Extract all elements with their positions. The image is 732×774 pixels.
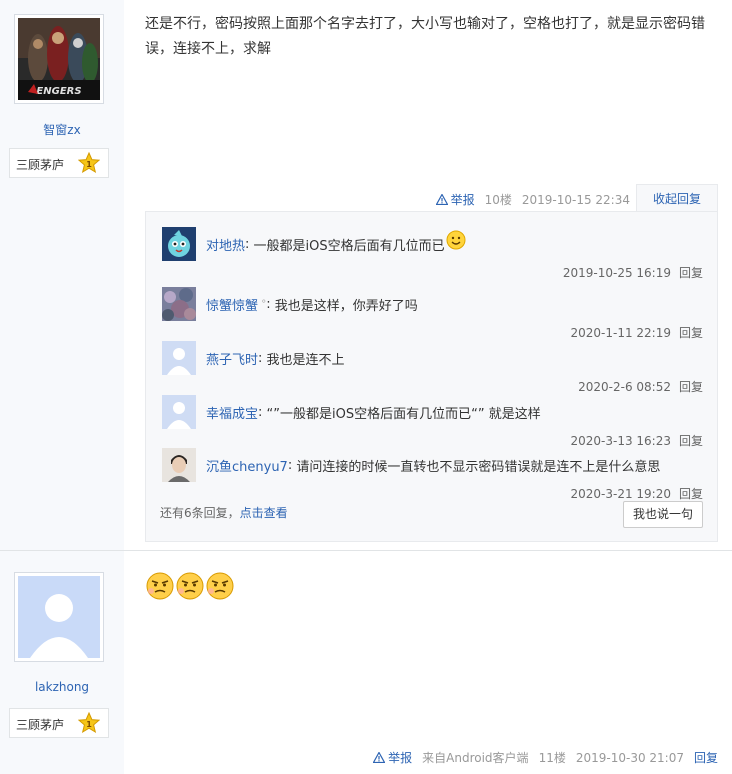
post-tail: 举报 10楼 2019-10-15 22:34 bbox=[435, 191, 630, 208]
reply-text: “”一般都是iOS空格后面有几位而已“” 就是这样 bbox=[266, 407, 541, 422]
reply-text: 我也是这样，你弄好了吗 bbox=[274, 299, 418, 314]
post-floor-10: ENGERS 智窗zx 三顾茅庐 1 还是不行，密码按照上面那个名字去打了，大小… bbox=[0, 0, 732, 550]
reply-line: 幸福成宝: “”一般都是iOS空格后面有几位而已“” 就是这样 bbox=[206, 403, 541, 422]
post-emojis bbox=[145, 571, 235, 601]
warning-icon bbox=[435, 194, 448, 205]
reply-time: 2020-2-6 08:52 bbox=[578, 380, 671, 394]
reply-avatar[interactable] bbox=[162, 227, 196, 261]
svg-text:1: 1 bbox=[86, 160, 92, 169]
level-name: 三顾茅庐 bbox=[16, 158, 65, 172]
smile-emoji-icon bbox=[446, 230, 466, 249]
landscape-avatar bbox=[162, 287, 196, 321]
report-link[interactable]: 举报 bbox=[373, 749, 412, 766]
level-star-icon: 1 bbox=[78, 152, 100, 174]
reply-time: 2020-3-21 19:20 bbox=[570, 487, 671, 501]
avatar[interactable]: ENGERS bbox=[14, 14, 104, 104]
cartoon-bird-avatar bbox=[162, 227, 196, 261]
svg-text:1: 1 bbox=[86, 720, 92, 729]
post-floor-11: lakzhong 三顾茅庐 1 举报 来自Android客户端 11楼 2019… bbox=[0, 550, 732, 774]
reply-time: 2019-10-25 16:19 bbox=[562, 266, 671, 280]
svg-text:ENGERS: ENGERS bbox=[36, 86, 81, 97]
reply-button[interactable]: 回复 bbox=[679, 487, 703, 501]
default-avatar bbox=[162, 341, 196, 375]
reply-time: 2020-3-13 16:23 bbox=[570, 434, 671, 448]
client-source: 来自Android客户端 bbox=[422, 751, 529, 765]
reply-line: 对地热: 一般都是iOS空格后面有几位而已 bbox=[206, 230, 466, 254]
avatar[interactable] bbox=[14, 572, 104, 662]
level-badge[interactable]: 三顾茅庐 1 bbox=[9, 708, 109, 738]
reply-user[interactable]: 沉鱼chenyu7 bbox=[206, 456, 288, 475]
avengers-avatar-image: ENGERS bbox=[18, 18, 100, 100]
author-name[interactable]: 智窗zx bbox=[0, 121, 124, 138]
reply-user[interactable]: 燕子飞时 bbox=[206, 349, 258, 368]
reply-meta: 2020-1-11 22:19 回复 bbox=[570, 324, 703, 341]
reply-item: 幸福成宝: “”一般都是iOS空格后面有几位而已“” 就是这样 2020-3-1… bbox=[162, 395, 703, 449]
reply-button[interactable]: 回复 bbox=[694, 749, 718, 766]
angry-emoji-icon bbox=[206, 572, 234, 600]
reply-item: 燕子飞时: 我也是连不上 2020-2-6 08:52 回复 bbox=[162, 341, 703, 395]
reply-button[interactable]: 回复 bbox=[679, 326, 703, 340]
reply-item: 沉鱼chenyu7: 请问连接的时候一直转也不显示密码错误就是连不上是什么意思 … bbox=[162, 448, 703, 502]
reply-meta: 2020-3-21 19:20 回复 bbox=[570, 485, 703, 502]
post-time: 2019-10-30 21:07 bbox=[575, 750, 684, 765]
reply-button[interactable]: 回复 bbox=[679, 434, 703, 448]
more-replies: 还有6条回复，点击查看 bbox=[160, 504, 288, 521]
level-name: 三顾茅庐 bbox=[16, 718, 65, 732]
reply-text: 请问连接的时候一直转也不显示密码错误就是连不上是什么意思 bbox=[296, 460, 661, 475]
reply-button[interactable]: 回复 bbox=[679, 380, 703, 394]
reply-item: 惊蟹惊蟹 °: 我也是这样，你弄好了吗 2020-1-11 22:19 回复 bbox=[162, 287, 703, 341]
post-text: 还是不行，密码按照上面那个名字去打了，大小写也输对了，空格也打了，就是显示密码错… bbox=[145, 16, 705, 57]
level-star-icon: 1 bbox=[78, 712, 100, 734]
reply-avatar[interactable] bbox=[162, 287, 196, 321]
reply-item: 对地热: 一般都是iOS空格后面有几位而已 2019-10-25 16:19 回复 bbox=[162, 227, 703, 281]
collapse-replies-button[interactable]: 收起回复 bbox=[636, 184, 718, 212]
add-comment-button[interactable]: 我也说一句 bbox=[623, 501, 703, 528]
floor-number: 10楼 bbox=[484, 193, 512, 207]
reply-time: 2020-1-11 22:19 bbox=[570, 326, 671, 340]
view-more-link[interactable]: 点击查看 bbox=[240, 506, 288, 520]
author-sidebar: lakzhong 三顾茅庐 1 bbox=[0, 551, 124, 774]
author-name[interactable]: lakzhong bbox=[0, 680, 124, 694]
reply-avatar[interactable] bbox=[162, 395, 196, 429]
reply-meta: 2019-10-25 16:19 回复 bbox=[563, 264, 703, 281]
reply-panel: 对地热: 一般都是iOS空格后面有几位而已 2019-10-25 16:19 回复 bbox=[145, 211, 718, 542]
warning-icon bbox=[373, 752, 386, 763]
reply-avatar[interactable] bbox=[162, 448, 196, 482]
reply-button[interactable]: 回复 bbox=[679, 266, 703, 280]
angry-emoji-icon bbox=[146, 572, 174, 600]
post-tail: 举报 来自Android客户端 11楼 2019-10-30 21:07 回复 bbox=[373, 749, 718, 766]
reply-text: 一般都是iOS空格后面有几位而已 bbox=[253, 239, 445, 254]
reply-meta: 2020-3-13 16:23 回复 bbox=[570, 432, 703, 449]
floor-number: 11楼 bbox=[538, 751, 566, 765]
default-avatar bbox=[162, 395, 196, 429]
reply-line: 沉鱼chenyu7: 请问连接的时候一直转也不显示密码错误就是连不上是什么意思 bbox=[206, 456, 661, 475]
reply-meta: 2020-2-6 08:52 回复 bbox=[578, 378, 703, 395]
reply-line: 燕子飞时: 我也是连不上 bbox=[206, 349, 345, 368]
reply-avatar[interactable] bbox=[162, 341, 196, 375]
reply-user[interactable]: 对地热 bbox=[206, 235, 245, 254]
report-link[interactable]: 举报 bbox=[435, 191, 475, 208]
post-time: 2019-10-15 22:34 bbox=[521, 192, 630, 207]
reply-line: 惊蟹惊蟹 °: 我也是这样，你弄好了吗 bbox=[206, 295, 418, 314]
reply-text: 我也是连不上 bbox=[266, 353, 345, 368]
post-content: 还是不行，密码按照上面那个名字去打了，大小写也输对了，空格也打了，就是显示密码错… bbox=[145, 12, 718, 62]
author-sidebar: ENGERS 智窗zx 三顾茅庐 1 bbox=[0, 0, 124, 550]
more-replies-count: 还有6条回复， bbox=[160, 506, 240, 520]
level-badge[interactable]: 三顾茅庐 1 bbox=[9, 148, 109, 178]
default-avatar bbox=[18, 576, 100, 658]
reply-user[interactable]: 惊蟹惊蟹 bbox=[206, 295, 258, 314]
person-photo-avatar bbox=[162, 448, 196, 482]
angry-emoji-icon bbox=[176, 572, 204, 600]
reply-user[interactable]: 幸福成宝 bbox=[206, 403, 258, 422]
